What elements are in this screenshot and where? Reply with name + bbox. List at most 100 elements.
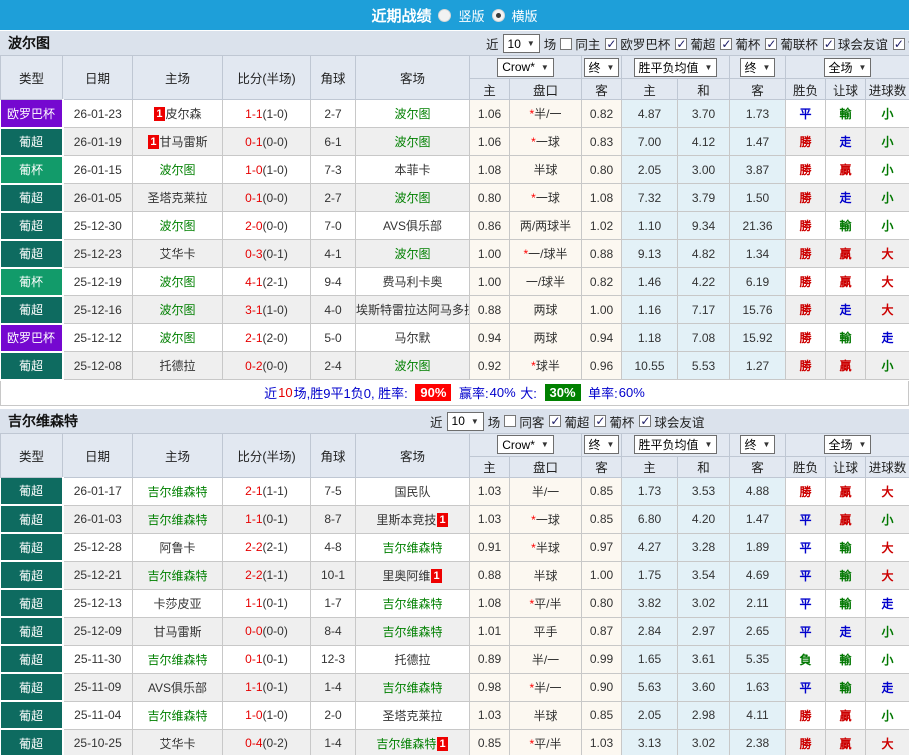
final-avg-select[interactable]: 终 ▼ [739,435,776,454]
same-venue-checkbox[interactable] [504,415,517,427]
odds-company-select[interactable]: Crow* ▼ [497,57,554,77]
matches-count-select[interactable]: 10 ▼ [502,34,540,53]
final-odds-select[interactable]: 终 ▼ [583,57,620,77]
same-venue-checkbox[interactable] [560,37,573,50]
competition-checkbox[interactable] [639,414,652,428]
home-team-cell: 托德拉 [132,351,223,380]
home-team-name: 波尔图 [159,219,196,233]
away-team-name: 费马利卡奥 [382,275,443,289]
handicap-value: 一球 [535,191,560,205]
avg-home-cell: 9.13 [621,239,678,268]
handicap-cell: 两/两球半 [509,211,582,240]
horizontal-layout-radio[interactable] [491,8,505,22]
league-badge: 葡超 [0,561,64,590]
competition-checkbox[interactable] [822,37,835,51]
score-cell: 0-3(0-1) [222,239,311,268]
odds-company-select[interactable]: Crow* ▼ [497,435,554,454]
corners-cell: 4-8 [310,532,356,562]
avg-away-cell: 1.47 [729,504,786,534]
away-team-cell: 费马利卡奥 [355,267,470,296]
final-avg-value: 终 [744,438,757,452]
result-wdl-cell: 勝 [785,476,826,506]
col-handicap-result: 让球 [825,78,866,100]
corners-cell: 2-7 [310,183,356,212]
section-header: 吉尔维森特 近 10 ▼ 场 同客 葡超 葡杯 球会友谊 [0,407,909,434]
score-cell: 0-1(0-0) [222,127,311,156]
score-cell: 1-0(1-0) [222,155,311,184]
scope-select[interactable]: 全场 ▼ [823,57,872,77]
avg-odds-select[interactable]: 胜平负均值 ▼ [633,57,718,77]
col-date: 日期 [62,55,133,100]
competition-checkbox[interactable] [720,37,733,51]
col-wdl: 胜负 [785,78,826,100]
competition-checkbox[interactable] [892,37,905,51]
odds-away-cell: 0.85 [581,700,622,730]
result-goals-cell: 大 [865,560,909,590]
avg-away-cell: 6.19 [729,267,786,296]
fulltime-score: 2-2 [245,540,263,554]
match-date: 25-12-28 [62,532,133,562]
col-odds-away: 客 [581,455,622,478]
result-goals-cell: 走 [865,672,909,702]
result-goals-cell: 小 [865,155,909,184]
matches-count-select[interactable]: 10 ▼ [446,411,484,431]
avg-draw-cell: 4.22 [677,267,730,296]
handicap-cell: *球半 [509,351,582,380]
away-team-cell: 埃斯特雷拉达阿马多拉 [355,295,470,324]
result-handicap-cell: 輸 [825,323,866,352]
handicap-cell: 半/一 [509,476,582,506]
scope-select[interactable]: 全场 ▼ [823,435,872,454]
col-corner: 角球 [310,55,356,100]
odds-home-cell: 1.03 [469,476,510,506]
avg-odds-select[interactable]: 胜平负均值 ▼ [633,435,718,454]
result-handicap-cell: 輸 [825,560,866,590]
final-avg-value: 终 [744,60,757,75]
odds-away-cell: 1.00 [581,295,622,324]
handicap-cell: *一球 [509,183,582,212]
section-porto: 波尔图 近10▼场同主欧罗巴杯葡超葡杯葡联杯球会友谊世俱杯 类型 日期 主场 比… [0,30,909,406]
away-team-cell: 吉尔维森特 [355,532,470,562]
fulltime-score: 0-2 [245,358,263,373]
odds-away-cell: 0.90 [581,672,622,702]
final-odds-select[interactable]: 终 ▼ [583,435,620,454]
final-avg-select[interactable]: 终 ▼ [739,57,776,77]
col-avg-home: 主 [621,78,678,100]
team-name: 吉尔维森特 [8,412,78,429]
competition-checkbox[interactable] [605,37,618,51]
fulltime-score: 2-1 [245,484,263,498]
competition-checkbox[interactable] [594,414,607,428]
home-team-name: 艾华卡 [159,247,196,261]
col-avg-away: 客 [729,455,786,478]
handicap-cell: *半/一 [509,99,582,128]
competition-checkbox[interactable] [765,37,778,51]
odds-away-cell: 0.82 [581,99,622,128]
home-team-name: 吉尔维森特 [147,708,208,723]
odds-home-cell: 0.98 [469,672,510,702]
match-row: 葡超 25-12-21 吉尔维森特 2-2(1-1) 10-1 里奥阿维 1 0.88 半球 1.… [0,560,909,590]
filter-bar: 近 10 ▼ 场 同客 葡超 葡杯 球会友谊 [428,409,707,434]
result-handicap-cell: 輸 [825,532,866,562]
away-team-cell: 波尔图 [355,127,470,156]
result-handicap-cell: 贏 [825,239,866,268]
home-team-cell: 1 甘马雷斯 [132,127,223,156]
halftime-score: (1-0) [262,708,288,722]
home-team-cell: 吉尔维森特 [132,476,223,506]
halftime-score: (1-1) [262,568,288,582]
avg-draw-cell: 2.97 [677,616,730,646]
corners-cell: 1-7 [310,588,356,618]
corners-cell: 6-1 [310,127,356,156]
match-date: 25-12-19 [62,267,133,296]
competition-checkbox[interactable] [675,37,688,51]
avg-draw-cell: 2.98 [677,700,730,730]
handicap-value: 平/半 [534,596,562,611]
home-team-cell: 卡莎皮亚 [132,588,223,618]
result-wdl-cell: 平 [785,588,826,618]
summary-segment: 10 [278,385,293,400]
competition-checkbox[interactable] [549,414,562,428]
vertical-layout-radio[interactable] [438,8,452,22]
league-badge: 葡超 [0,729,64,755]
corners-cell: 1-4 [310,672,356,702]
match-date: 25-11-30 [62,644,133,674]
chevron-down-icon: ▼ [606,440,615,449]
handicap-value: 一球 [535,512,560,527]
